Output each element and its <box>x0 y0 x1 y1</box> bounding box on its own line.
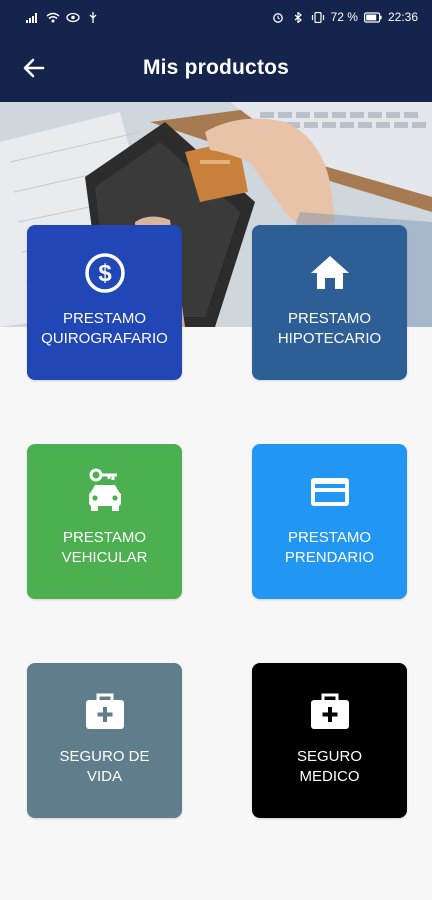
product-label: SEGURO DE VIDA <box>59 748 150 785</box>
signal-icon <box>26 12 37 23</box>
dollar-circle-icon: $ <box>83 251 127 295</box>
vibrate-icon <box>311 11 324 23</box>
medical-bag-icon <box>308 689 352 733</box>
battery-percent: 72 % <box>330 10 358 24</box>
product-label: PRESTAMO QUIROGRAFARIO <box>41 310 168 347</box>
medical-bag-icon <box>83 689 127 733</box>
product-tile-prestamo-vehicular[interactable]: PRESTAMO VEHICULAR <box>27 444 182 599</box>
status-right: 72 % 22:36 <box>271 10 418 24</box>
house-icon <box>308 251 352 295</box>
status-bar: 72 % 22:36 <box>0 0 432 34</box>
product-label: PRESTAMO PRENDARIO <box>284 529 375 566</box>
wifi-icon <box>46 12 60 22</box>
product-tile-prestamo-prendario[interactable]: PRESTAMO PRENDARIO <box>252 444 407 599</box>
product-tile-seguro-medico[interactable]: SEGURO MEDICO <box>252 663 407 818</box>
usb-icon <box>89 11 97 23</box>
page-title: Mis productos <box>142 56 290 79</box>
svg-text:$: $ <box>98 260 112 287</box>
battery-icon <box>363 11 382 23</box>
product-tile-prestamo-quirografario[interactable]: $ PRESTAMO QUIROGRAFARIO <box>27 225 182 380</box>
bluetooth-icon <box>294 11 302 23</box>
alarm-icon <box>272 12 283 23</box>
product-label: PRESTAMO HIPOTECARIO <box>277 310 382 347</box>
status-left <box>26 11 100 23</box>
product-label: SEGURO MEDICO <box>296 748 362 785</box>
app-bar: Mis productos <box>0 34 432 102</box>
eye-icon <box>66 12 80 22</box>
car-key-icon <box>83 468 127 514</box>
product-label: PRESTAMO VEHICULAR <box>61 529 148 566</box>
product-tile-prestamo-hipotecario[interactable]: PRESTAMO HIPOTECARIO <box>252 225 407 380</box>
product-tile-seguro-de-vida[interactable]: SEGURO DE VIDA <box>27 663 182 818</box>
credit-card-icon <box>308 470 352 514</box>
clock: 22:36 <box>387 10 418 24</box>
